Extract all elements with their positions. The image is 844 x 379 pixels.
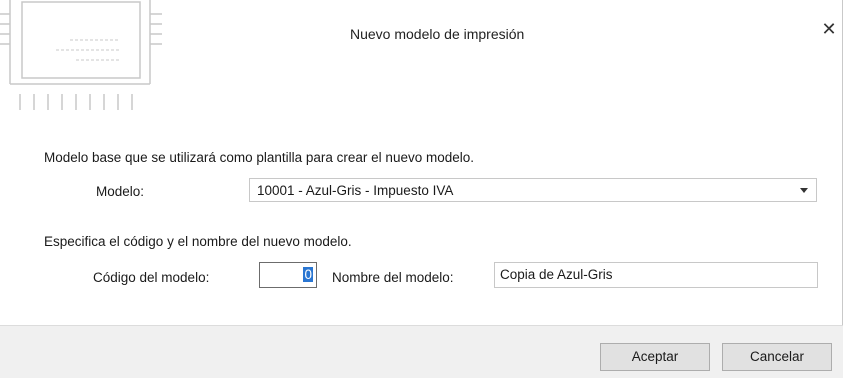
dialog-title: Nuevo modelo de impresión bbox=[350, 26, 525, 42]
nombre-label: Nombre del modelo: bbox=[332, 270, 454, 285]
new-print-model-dialog: Nuevo modelo de impresión ✕ Modelo base … bbox=[0, 0, 843, 378]
chevron-down-icon[interactable] bbox=[800, 188, 808, 193]
modelo-select[interactable]: 10001 - Azul-Gris - Impuesto IVA bbox=[249, 178, 817, 202]
cancel-button[interactable]: Cancelar bbox=[722, 343, 832, 371]
nombre-input[interactable]: Copia de Azul-Gris bbox=[494, 262, 818, 288]
codigo-input[interactable]: 0 bbox=[259, 262, 317, 288]
base-model-instructions: Modelo base que se utilizará como planti… bbox=[44, 150, 474, 165]
codigo-label: Código del modelo: bbox=[93, 270, 210, 285]
new-model-instructions: Especifica el código y el nombre del nue… bbox=[44, 234, 352, 249]
modelo-selected-value: 10001 - Azul-Gris - Impuesto IVA bbox=[257, 183, 454, 198]
accept-button[interactable]: Aceptar bbox=[600, 343, 710, 371]
modelo-label: Modelo: bbox=[96, 184, 145, 199]
dialog-footer bbox=[0, 325, 843, 378]
codigo-value: 0 bbox=[303, 267, 313, 282]
close-icon[interactable]: ✕ bbox=[818, 18, 840, 40]
document-template-icon bbox=[0, 0, 162, 110]
